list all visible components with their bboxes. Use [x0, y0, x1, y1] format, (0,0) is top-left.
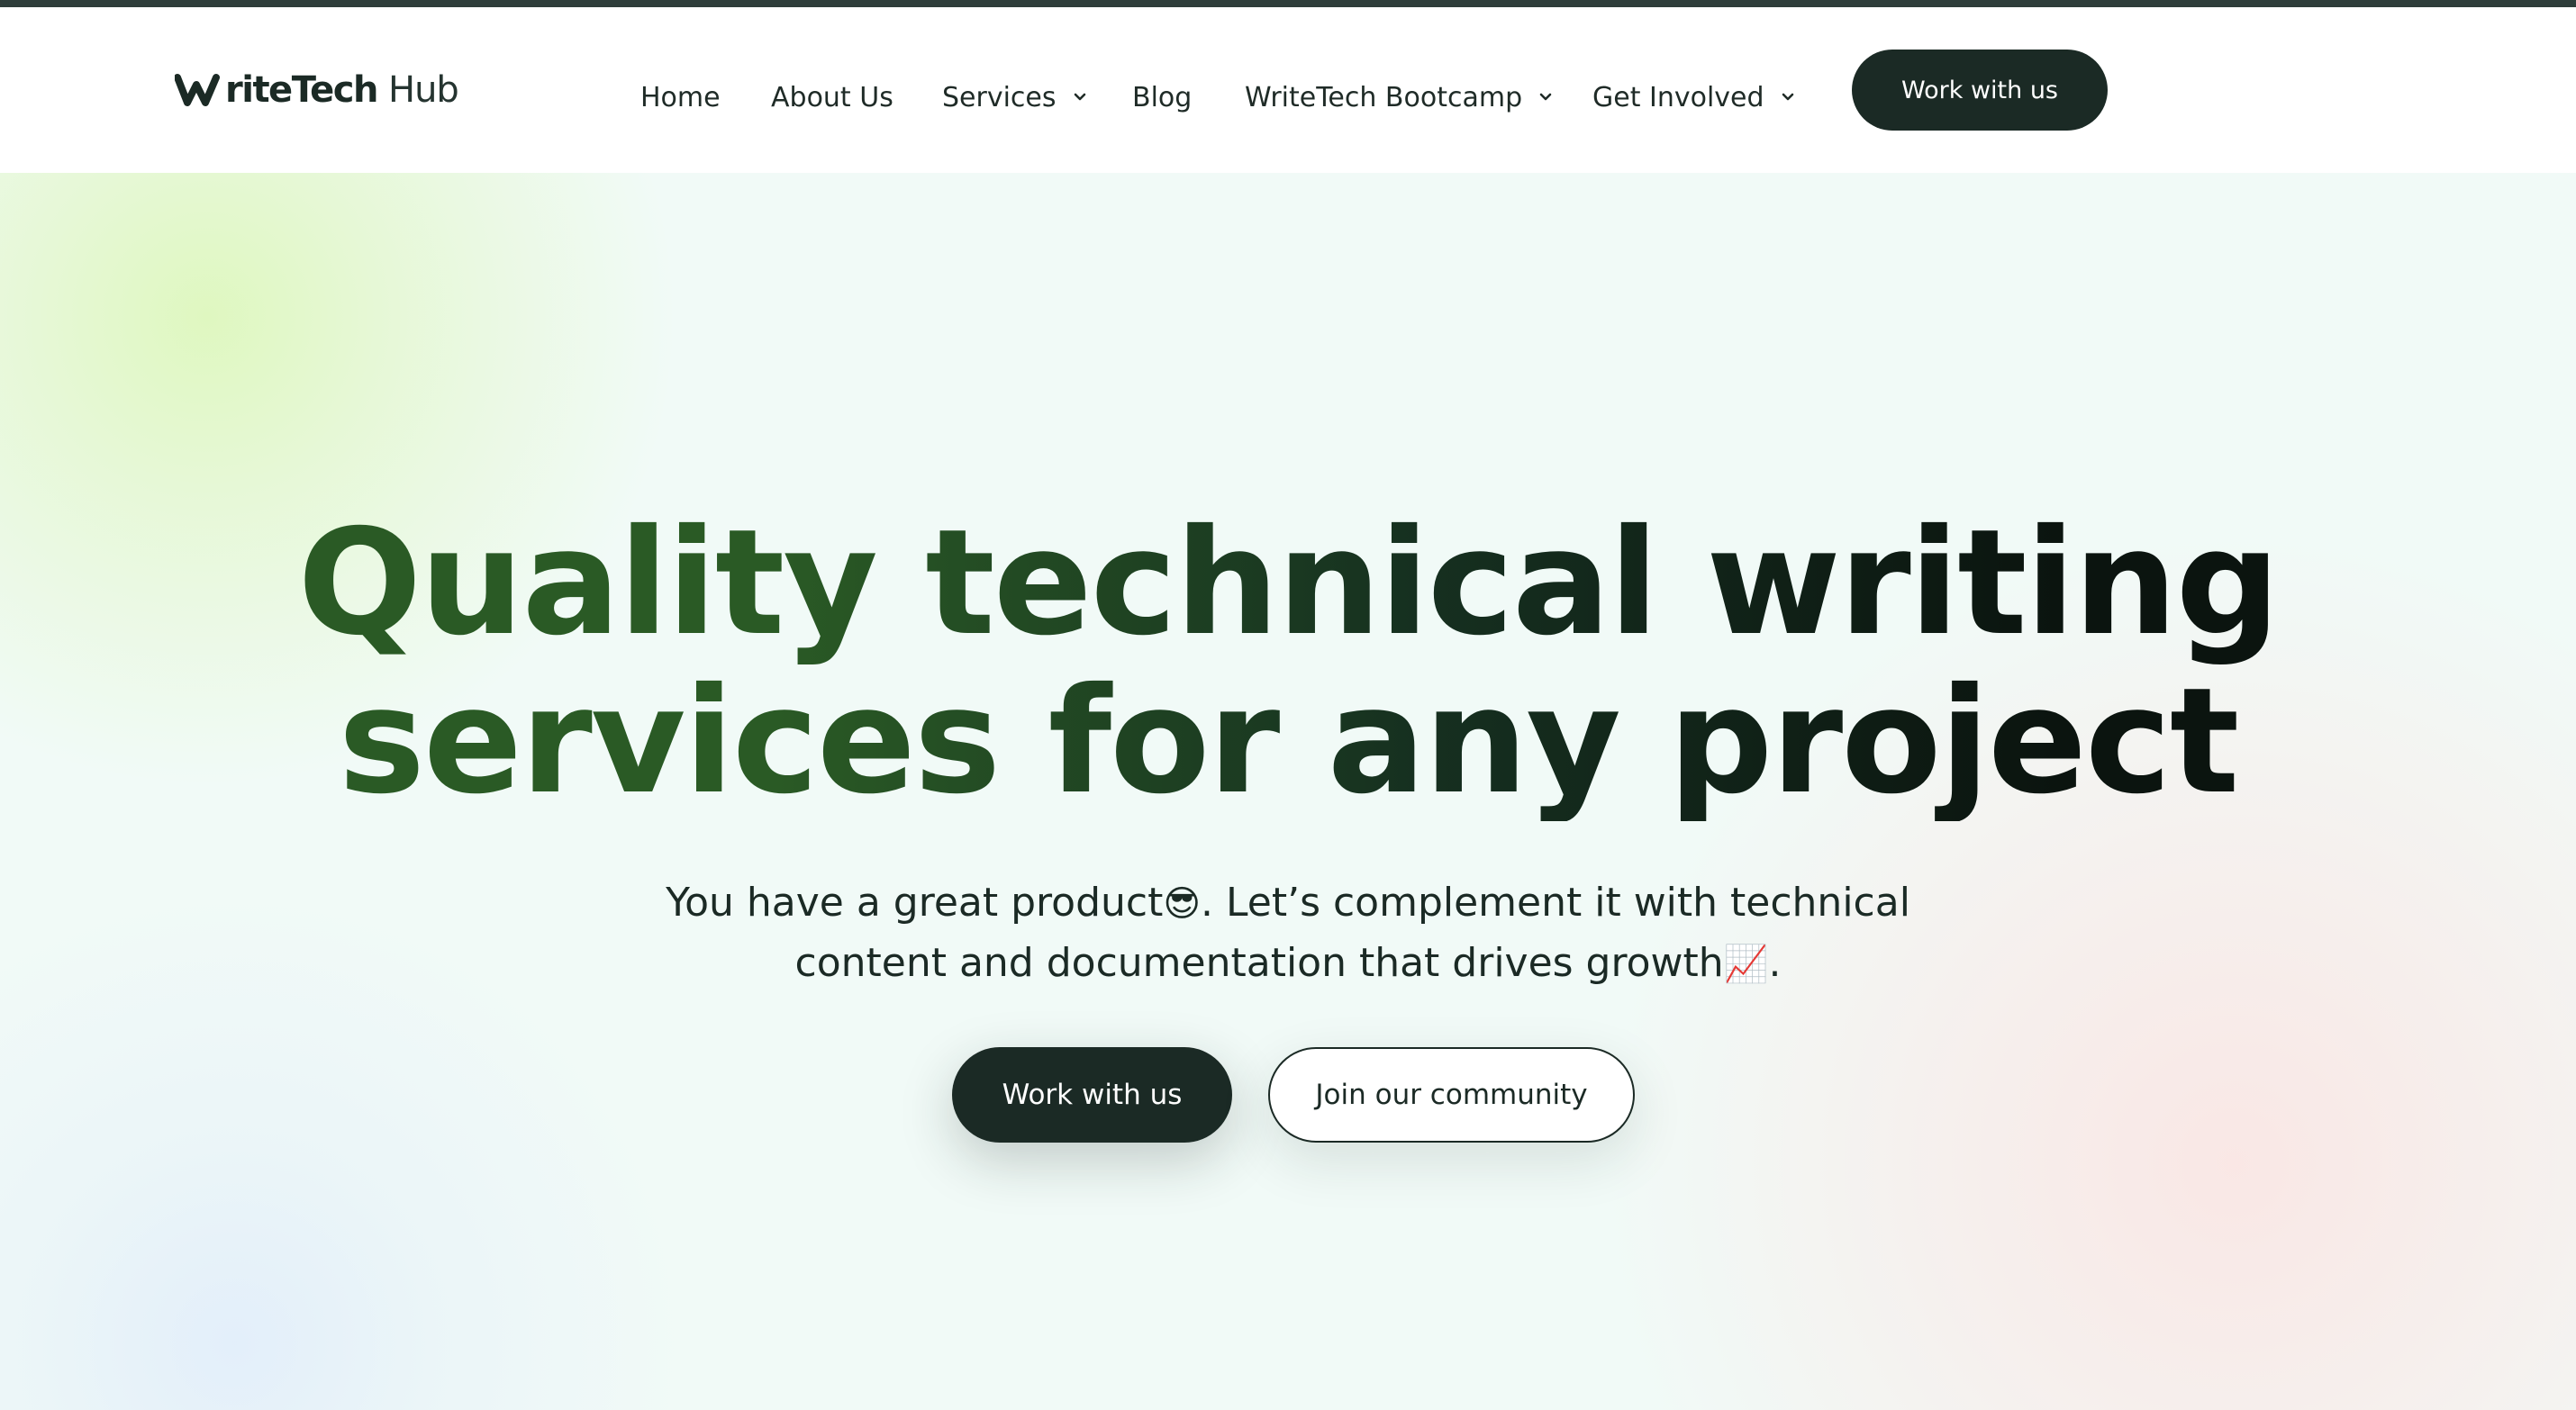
chevron-down-icon	[1539, 93, 1552, 101]
header-work-with-us-button[interactable]: Work with us	[1852, 50, 2108, 131]
header-work-with-us-label: Work with us	[1901, 76, 2058, 104]
hero-work-with-us-button[interactable]: Work with us	[952, 1047, 1232, 1143]
nav-home-label: Home	[640, 81, 721, 113]
nav-about-us[interactable]: About Us	[771, 76, 893, 119]
hero-title-line-2: services for any project	[338, 657, 2238, 827]
hero-subtitle-text-1a: You have a great product	[666, 880, 1164, 926]
chevron-down-icon	[1782, 93, 1793, 101]
nav-blog[interactable]: Blog	[1132, 76, 1192, 119]
hero-title: Quality technical writing services for a…	[0, 504, 2576, 821]
chart-increasing-emoji-icon: 📈	[1723, 944, 1769, 985]
chevron-down-icon	[1074, 93, 1085, 101]
hero-subtitle: You have a great product😎. Let’s complem…	[0, 873, 2576, 994]
main-nav: Home About Us Services Blog WriteTech Bo…	[0, 7, 2576, 173]
nav-get-involved-label: Get Involved	[1592, 81, 1764, 113]
hero-cta-row: Work with us Join our community	[0, 1047, 2576, 1143]
hero-subtitle-text-2b: .	[1768, 940, 1782, 986]
hero-subtitle-line-1: You have a great product😎. Let’s complem…	[0, 873, 2576, 934]
hero-work-with-us-label: Work with us	[1002, 1079, 1183, 1111]
hero-subtitle-text-2a: content and documentation that drives gr…	[794, 940, 1724, 986]
hero-subtitle-line-2: content and documentation that drives gr…	[0, 934, 2576, 994]
nav-about-us-label: About Us	[771, 81, 893, 113]
join-community-label: Join our community	[1315, 1079, 1588, 1111]
nav-services-label: Services	[942, 81, 1057, 113]
sunglasses-emoji-icon: 😎	[1163, 883, 1202, 925]
nav-home[interactable]: Home	[640, 76, 721, 119]
join-community-button[interactable]: Join our community	[1268, 1047, 1635, 1143]
nav-blog-label: Blog	[1132, 81, 1193, 113]
hero-subtitle-text-1b: . Let’s complement it with technical	[1201, 880, 1910, 926]
nav-services[interactable]: Services	[942, 76, 1089, 119]
nav-writetech-bootcamp[interactable]: WriteTech Bootcamp	[1245, 76, 1555, 119]
hero-title-line-1: Quality technical writing	[297, 499, 2279, 668]
nav-get-involved[interactable]: Get Involved	[1592, 76, 1797, 119]
top-accent-bar	[0, 0, 2576, 7]
nav-bootcamp-label: WriteTech Bootcamp	[1245, 81, 1523, 113]
